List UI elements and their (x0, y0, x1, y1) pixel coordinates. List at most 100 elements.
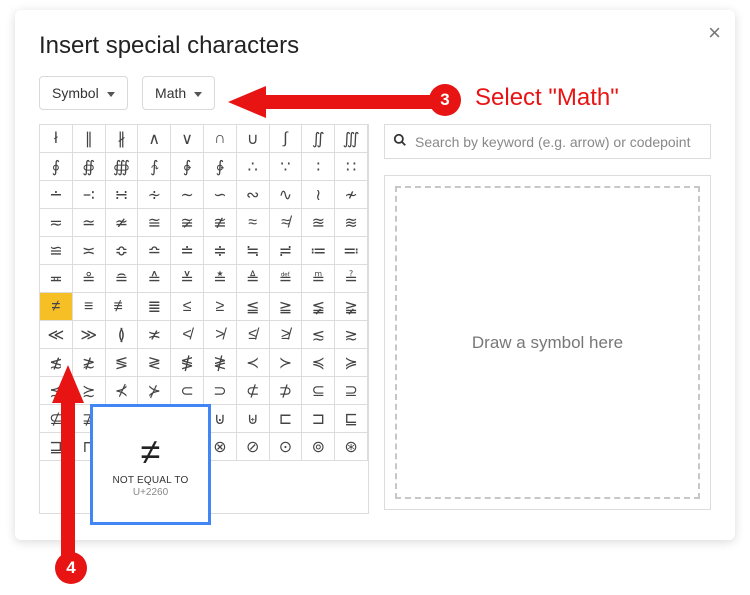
character-cell[interactable]: ∬ (302, 125, 335, 153)
character-cell[interactable]: ≽ (335, 349, 368, 377)
character-cell[interactable]: ≢ (106, 293, 139, 321)
character-cell[interactable]: ≱ (270, 321, 303, 349)
character-cell[interactable]: ≭ (138, 321, 171, 349)
character-cell[interactable]: ≘ (106, 265, 139, 293)
character-cell[interactable]: ≛ (204, 265, 237, 293)
character-cell[interactable]: ≧ (270, 293, 303, 321)
character-cell[interactable]: ≟ (335, 265, 368, 293)
search-input[interactable] (415, 134, 702, 150)
character-cell[interactable]: ∶ (302, 153, 335, 181)
character-cell[interactable]: ∱ (138, 153, 171, 181)
character-cell[interactable]: ≞ (302, 265, 335, 293)
character-cell[interactable]: ⊃ (204, 377, 237, 405)
character-cell[interactable]: ∾ (237, 181, 270, 209)
character-cell[interactable]: ⊀ (106, 377, 139, 405)
character-cell[interactable]: ∸ (40, 181, 73, 209)
character-cell[interactable]: ⊎ (237, 405, 270, 433)
character-cell[interactable]: ⊅ (270, 377, 303, 405)
character-cell[interactable]: ≵ (73, 349, 106, 377)
character-cell[interactable]: ∭ (335, 125, 368, 153)
character-cell[interactable]: ≩ (335, 293, 368, 321)
character-cell[interactable]: ≬ (106, 321, 139, 349)
category-dropdown[interactable]: Symbol (39, 76, 128, 110)
character-cell[interactable]: ≤ (171, 293, 204, 321)
character-cell[interactable]: ≨ (302, 293, 335, 321)
character-cell[interactable]: ≏ (138, 237, 171, 265)
character-cell[interactable]: ≅ (138, 209, 171, 237)
character-cell[interactable]: ≻ (270, 349, 303, 377)
character-cell[interactable]: ≹ (204, 349, 237, 377)
character-cell[interactable]: ⊙ (270, 433, 303, 461)
character-cell[interactable]: ≷ (138, 349, 171, 377)
character-cell[interactable]: ∷ (335, 153, 368, 181)
character-cell[interactable]: ≋ (335, 209, 368, 237)
character-cell[interactable]: ≜ (237, 265, 270, 293)
character-cell[interactable]: ≯ (204, 321, 237, 349)
character-cell[interactable]: ≶ (106, 349, 139, 377)
character-cell[interactable]: ≿ (73, 377, 106, 405)
character-cell[interactable]: ⊑ (335, 405, 368, 433)
search-box[interactable] (384, 124, 711, 159)
character-cell[interactable]: ⊐ (302, 405, 335, 433)
character-cell[interactable]: ∿ (270, 181, 303, 209)
character-cell[interactable]: ł (40, 125, 73, 153)
close-icon[interactable]: × (708, 22, 721, 44)
character-cell[interactable]: ≍ (73, 237, 106, 265)
character-cell[interactable]: ∩ (204, 125, 237, 153)
character-cell[interactable]: ≲ (302, 321, 335, 349)
character-cell[interactable]: ≗ (73, 265, 106, 293)
character-cell[interactable]: ≊ (302, 209, 335, 237)
character-cell[interactable]: ⊘ (237, 433, 270, 461)
draw-area[interactable]: Draw a symbol here (395, 186, 700, 499)
character-cell[interactable]: ≑ (204, 237, 237, 265)
character-cell[interactable]: ≝ (270, 265, 303, 293)
character-cell[interactable]: ≂ (40, 209, 73, 237)
character-cell[interactable]: ≒ (237, 237, 270, 265)
character-cell[interactable]: ≺ (237, 349, 270, 377)
character-cell[interactable]: ≮ (171, 321, 204, 349)
character-cell[interactable]: ∹ (73, 181, 106, 209)
character-cell[interactable]: ∽ (204, 181, 237, 209)
character-cell[interactable]: ≄ (106, 209, 139, 237)
character-cell[interactable]: ∫ (270, 125, 303, 153)
character-cell[interactable]: ≀ (302, 181, 335, 209)
character-cell[interactable]: ≚ (171, 265, 204, 293)
character-cell[interactable]: ⊄ (237, 377, 270, 405)
character-cell[interactable]: ⊏ (270, 405, 303, 433)
character-cell[interactable]: ∯ (73, 153, 106, 181)
character-cell[interactable]: ≓ (270, 237, 303, 265)
character-cell[interactable]: ≆ (171, 209, 204, 237)
character-cell[interactable]: ≃ (73, 209, 106, 237)
character-cell[interactable]: ∴ (237, 153, 270, 181)
character-cell[interactable]: ⊆ (302, 377, 335, 405)
character-cell[interactable]: ≌ (40, 237, 73, 265)
character-cell[interactable]: ∳ (204, 153, 237, 181)
character-cell[interactable]: ≴ (40, 349, 73, 377)
character-cell[interactable]: ∵ (270, 153, 303, 181)
character-cell[interactable]: ≣ (138, 293, 171, 321)
character-cell[interactable]: ∺ (106, 181, 139, 209)
character-cell[interactable]: ≼ (302, 349, 335, 377)
character-cell[interactable]: ∨ (171, 125, 204, 153)
character-cell[interactable]: ⊚ (302, 433, 335, 461)
character-cell[interactable]: ≥ (204, 293, 237, 321)
character-cell[interactable]: ≐ (171, 237, 204, 265)
character-cell[interactable]: ≎ (106, 237, 139, 265)
character-cell[interactable]: ∼ (171, 181, 204, 209)
character-cell[interactable]: ⊒ (40, 433, 73, 461)
character-cell[interactable]: ⊁ (138, 377, 171, 405)
character-cell[interactable]: ∮ (40, 153, 73, 181)
character-cell[interactable]: ⊈ (40, 405, 73, 433)
character-cell[interactable]: ∥ (73, 125, 106, 153)
character-cell[interactable]: ∻ (138, 181, 171, 209)
character-cell[interactable]: ≉ (270, 209, 303, 237)
character-cell[interactable]: ≈ (237, 209, 270, 237)
character-cell[interactable]: ≁ (335, 181, 368, 209)
character-cell[interactable]: ∧ (138, 125, 171, 153)
character-cell[interactable]: ⊂ (171, 377, 204, 405)
character-cell[interactable]: ≾ (40, 377, 73, 405)
character-cell[interactable]: ∲ (171, 153, 204, 181)
character-cell[interactable]: ≫ (73, 321, 106, 349)
character-cell[interactable]: ≳ (335, 321, 368, 349)
character-cell[interactable]: ≇ (204, 209, 237, 237)
